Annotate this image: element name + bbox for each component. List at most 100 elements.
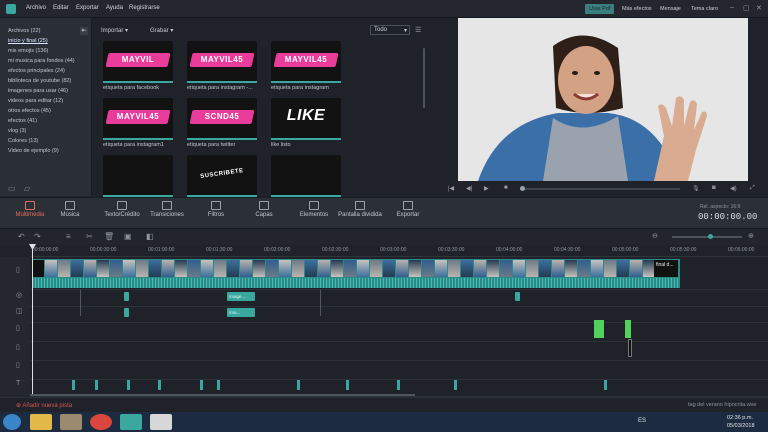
black-element-clip[interactable] bbox=[628, 339, 632, 357]
image-clip-b[interactable]: Ima... bbox=[227, 308, 255, 317]
media-thumbnail[interactable]: MAYVIL45 bbox=[271, 41, 341, 81]
library-item[interactable]: Archivos (22) bbox=[8, 28, 40, 34]
text-clip[interactable] bbox=[454, 380, 457, 390]
crop-icon[interactable]: ▣ bbox=[124, 232, 132, 241]
filter-select[interactable]: Todo ▾ bbox=[370, 25, 410, 35]
track5-icon[interactable]: ▯ bbox=[16, 361, 20, 369]
image-clip-a[interactable]: Image... bbox=[227, 292, 255, 301]
text-clip[interactable] bbox=[158, 380, 161, 390]
text-clip[interactable] bbox=[297, 380, 300, 390]
cut-icon[interactable]: ✂ bbox=[86, 232, 93, 241]
media-thumbnail[interactable]: SCND45 bbox=[187, 98, 257, 138]
camera-icon[interactable]: ◙ bbox=[712, 185, 716, 191]
language-indicator[interactable]: ES bbox=[638, 418, 646, 424]
prev-frame-icon[interactable]: |◀ bbox=[448, 185, 454, 192]
chrome-icon[interactable] bbox=[90, 414, 112, 430]
text-clip[interactable] bbox=[127, 380, 130, 390]
library-item[interactable]: efectos (41) bbox=[8, 118, 37, 124]
media-player-icon[interactable] bbox=[60, 414, 82, 430]
volume-icon[interactable]: ◀) bbox=[730, 185, 737, 192]
menu-exportar[interactable]: Exportar bbox=[76, 5, 99, 11]
pip-clip[interactable] bbox=[124, 308, 129, 317]
stop-icon[interactable]: ■ bbox=[504, 185, 508, 191]
library-item[interactable]: imagenes para usar (46) bbox=[8, 88, 68, 94]
media-scrollbar[interactable] bbox=[423, 48, 425, 108]
seek-bar[interactable] bbox=[520, 188, 680, 190]
overlay-track-icon[interactable]: ◎ bbox=[16, 291, 22, 299]
library-item[interactable]: Colores (13) bbox=[8, 138, 38, 144]
delete-icon[interactable]: 🗑 bbox=[104, 232, 114, 241]
import-dropdown[interactable]: Importar ▾ bbox=[101, 27, 128, 34]
list-view-icon[interactable]: ☰ bbox=[415, 26, 421, 34]
library-item[interactable]: Video de ejemplo (9) bbox=[8, 148, 59, 154]
library-item[interactable]: inicio y final (25) bbox=[8, 38, 48, 44]
end-clip-thumb[interactable]: final d... bbox=[654, 260, 678, 277]
text-clip[interactable] bbox=[72, 380, 75, 390]
more-effects-button[interactable]: Más efectos bbox=[618, 4, 656, 14]
text-clip[interactable] bbox=[397, 380, 400, 390]
zoom-slider[interactable] bbox=[672, 236, 742, 238]
playhead[interactable] bbox=[32, 245, 33, 395]
media-thumbnail[interactable] bbox=[103, 155, 173, 195]
redo-icon[interactable]: ↷ bbox=[34, 232, 41, 241]
library-item[interactable]: mi musica para fondos (44) bbox=[8, 58, 75, 64]
mic-icon[interactable]: 🎙 bbox=[692, 185, 700, 192]
menu-editar[interactable]: Editar bbox=[53, 5, 69, 11]
menu-ayuda[interactable]: Ayuda bbox=[106, 5, 123, 11]
filmora-task-icon[interactable] bbox=[120, 414, 142, 430]
start-button-icon[interactable] bbox=[3, 414, 21, 430]
time-ruler[interactable]: 00:00:00:00 00:00:30:00 00:01:00:00 00:01:3… bbox=[30, 245, 768, 257]
timeline-scrollbar[interactable] bbox=[30, 394, 415, 396]
speed-icon[interactable]: ◧ bbox=[146, 232, 154, 241]
text-clip[interactable] bbox=[200, 380, 203, 390]
overlay-clip[interactable] bbox=[124, 292, 129, 301]
record-dropdown[interactable]: Grabar ▾ bbox=[150, 27, 173, 34]
tool-music[interactable]: Música bbox=[40, 201, 100, 218]
play-icon[interactable]: ▶ bbox=[484, 185, 489, 192]
menu-registrarse[interactable]: Registrarse bbox=[129, 5, 160, 11]
main-video-clip[interactable]: final d... bbox=[32, 259, 680, 288]
undo-icon[interactable]: ↶ bbox=[18, 232, 25, 241]
media-thumbnail[interactable]: SUSCRIBETE bbox=[187, 155, 257, 195]
collapse-icon[interactable]: ⇤ bbox=[80, 27, 88, 35]
media-thumbnail[interactable]: MAYVIL45 bbox=[103, 98, 173, 138]
library-item[interactable]: vlog (3) bbox=[8, 128, 26, 134]
fullscreen-icon[interactable]: ⤢ bbox=[750, 185, 755, 192]
seek-handle[interactable] bbox=[520, 186, 525, 191]
zoom-out-icon[interactable]: ⊖ bbox=[652, 232, 658, 240]
rewind-icon[interactable]: ◀| bbox=[466, 185, 472, 192]
media-thumbnail[interactable]: MAYVIL45 bbox=[187, 41, 257, 81]
new-folder-icon[interactable]: ▭ bbox=[8, 184, 16, 193]
file-explorer-icon[interactable] bbox=[30, 414, 52, 430]
track4-icon[interactable]: ▯ bbox=[16, 343, 20, 351]
green-element-clip[interactable] bbox=[594, 320, 604, 338]
tool-export[interactable]: Exportar bbox=[378, 201, 438, 218]
add-track-button[interactable]: ⊕ Añadir nueva pista bbox=[16, 402, 72, 409]
media-thumbnail[interactable]: MAYVIL bbox=[103, 41, 173, 81]
library-item[interactable]: efectos principales (24) bbox=[8, 68, 65, 74]
text-clip[interactable] bbox=[604, 380, 607, 390]
video-preview[interactable] bbox=[458, 18, 748, 181]
overlay-clip[interactable] bbox=[515, 292, 520, 301]
text-track-icon[interactable]: T bbox=[16, 380, 20, 387]
media-thumbnail[interactable] bbox=[271, 155, 341, 195]
library-item[interactable]: otros efectos (45) bbox=[8, 108, 51, 114]
folder-icon[interactable]: ▱ bbox=[24, 184, 30, 193]
library-item[interactable]: biblioteca de youtube (82) bbox=[8, 78, 71, 84]
text-clip[interactable] bbox=[217, 380, 220, 390]
library-item[interactable]: mis emojis (136) bbox=[8, 48, 48, 54]
message-button[interactable]: Mensaje bbox=[656, 4, 685, 14]
pip-track-icon[interactable]: ◫ bbox=[16, 307, 23, 315]
minimize-icon[interactable]: – bbox=[730, 4, 734, 11]
clock-time[interactable]: 02:36 p.m. bbox=[727, 415, 753, 421]
zoom-in-icon[interactable]: ⊕ bbox=[748, 232, 754, 240]
media-thumbnail[interactable]: LIKE bbox=[271, 98, 341, 138]
clock-date[interactable]: 05/03/2018 bbox=[727, 423, 755, 429]
close-icon[interactable]: ✕ bbox=[756, 4, 762, 12]
track3-icon[interactable]: ▯ bbox=[16, 324, 20, 332]
maximize-icon[interactable]: ▢ bbox=[743, 4, 750, 12]
library-item[interactable]: videos para editar (12) bbox=[8, 98, 63, 104]
settings-icon[interactable]: ≡ bbox=[66, 232, 71, 241]
text-clip[interactable] bbox=[95, 380, 98, 390]
active-top-button[interactable]: Usar Pdf bbox=[585, 4, 615, 14]
